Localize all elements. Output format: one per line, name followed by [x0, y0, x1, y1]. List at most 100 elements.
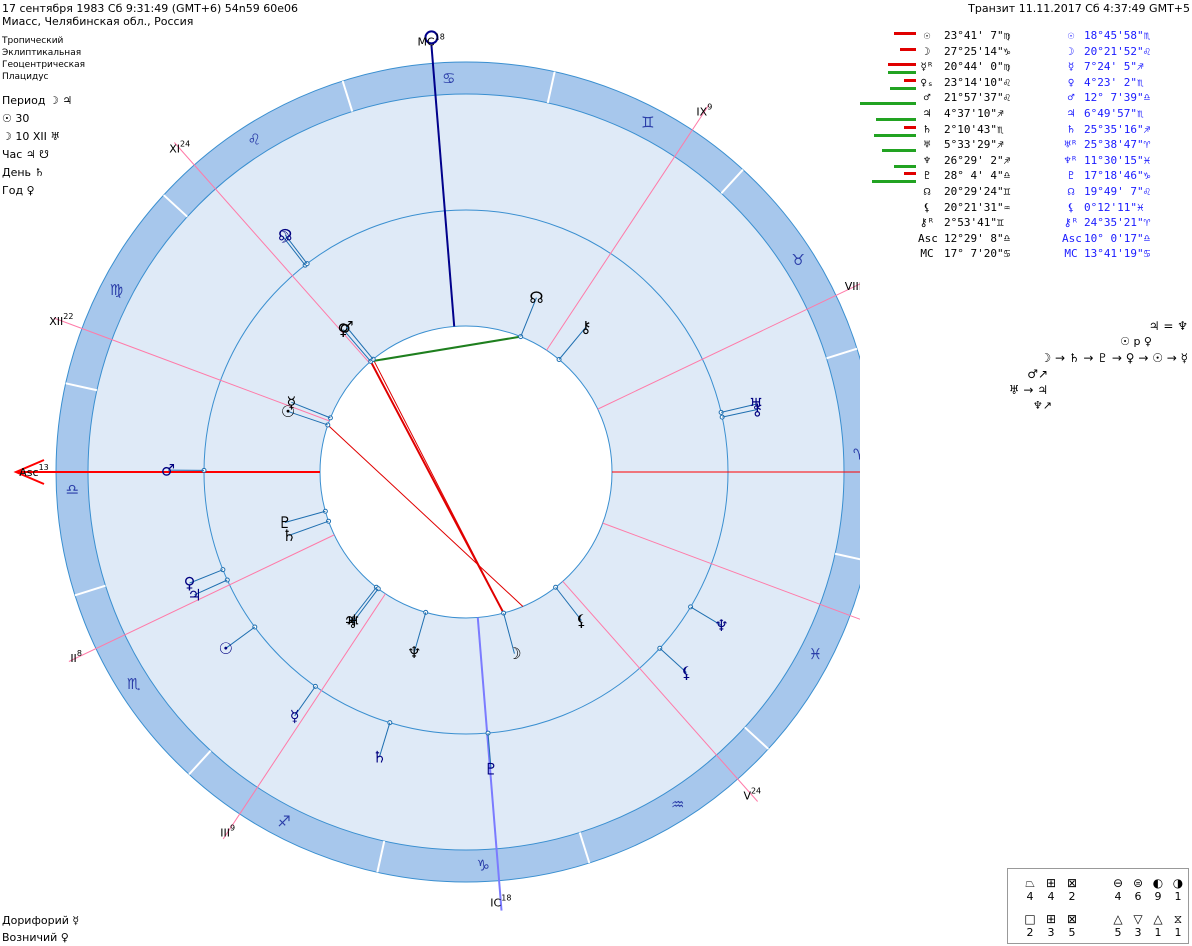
sign-glyph-3: ♋ [442, 69, 455, 87]
aspect-line-6: ♆↗ [1032, 399, 1052, 412]
house-label-degree: 24 [180, 139, 190, 148]
house-label-degree: 18 [435, 32, 445, 41]
natal-value: 26°29' 2"♐ [944, 153, 1011, 167]
strength-bars [856, 92, 916, 106]
transit-symbol: MC [1064, 247, 1078, 261]
aspect-line-5: ♅ → ♃ [1008, 383, 1048, 397]
strength-bars [856, 30, 916, 44]
config-cell: ⊠ 5 [1062, 912, 1082, 940]
strength-bars [856, 46, 916, 60]
natal-value: 4°37'10"♐ [944, 106, 1004, 120]
aspect-summary: ♃ = ♆ ☉ p ♀ ☽ → ♄ → ♇ → ♀ → ☉ → ☿ ♂↗ ♅ →… [1009, 318, 1188, 414]
bar-red [888, 63, 916, 67]
strength-bars [856, 248, 916, 262]
sign-glyph-2: ♊ [641, 113, 654, 131]
natal-symbol: ☉ [923, 29, 931, 42]
strength-bars [856, 77, 916, 91]
house-label-11: XI24 [169, 139, 190, 155]
config-cell: △ 5 [1108, 912, 1128, 940]
natal-planet-10: ☊ [529, 288, 543, 307]
config-cell: ▽ 3 [1128, 912, 1148, 940]
natal-symbol: Asc [918, 231, 938, 245]
table-row: ⚷ᴿ 2°53'41"♊ ⚷ᴿ 24°35'21"♈ [856, 216, 1190, 232]
config-count: 5 [1114, 926, 1122, 939]
table-row: Asc 12°29' 8"♎ Asc 10° 0'17"♎ [856, 232, 1190, 248]
transit-symbol: Asc [1062, 231, 1082, 245]
table-row: ☊ 20°29'24"♊ ☊ 19°49' 7"♌ [856, 185, 1190, 201]
bar-green [882, 149, 916, 153]
bar-green [888, 71, 916, 75]
transit-value: 20°21'52"♌ [1084, 44, 1151, 58]
table-row: ♀ₛ 23°14'10"♌ ♀ 4°23' 2"♏ [856, 76, 1190, 92]
table-row: ♆ 26°29' 2"♐ ♆ᴿ 11°30'15"♓ [856, 154, 1190, 170]
aspect-line-3: ☽ → ♄ → ♇ → ♀ → ☉ → ☿ [1040, 351, 1188, 365]
config-count: 5 [1068, 926, 1076, 939]
transit-planet-5: ♃ [187, 585, 201, 604]
transit-value: 10° 0'17"♎ [1084, 231, 1151, 245]
transit-planet-2: ☿ [290, 706, 300, 725]
natal-planet-2: ☿ [286, 393, 296, 412]
natal-symbol: ☽ [923, 44, 931, 58]
natal-planet-1: ☽ [507, 644, 521, 663]
natal-symbol: MC [920, 247, 934, 261]
natal-planet-9: ♇ [278, 513, 292, 532]
config-glyph: ⊞ [1045, 876, 1057, 890]
house-label-degree: 9 [707, 102, 712, 111]
config-cell: ⏢ 4 [1020, 877, 1040, 904]
config-count: 1 [1174, 890, 1182, 903]
config-count: 4 [1114, 890, 1122, 903]
transit-symbol: ☽ [1067, 44, 1075, 58]
config-glyph: ▽ [1133, 912, 1143, 926]
config-glyph: △ [1113, 912, 1123, 926]
bar-red [900, 47, 916, 51]
config-glyph: ◐ [1152, 876, 1164, 890]
bar-green [872, 180, 916, 184]
natal-value: 20°44' 0"♍ [944, 60, 1011, 74]
transit-value: 6°49'57"♏ [1084, 106, 1144, 120]
natal-planet-12: ⚷ [580, 318, 592, 337]
natal-value: 12°29' 8"♎ [944, 231, 1011, 245]
config-glyph: ⊞ [1045, 912, 1057, 926]
natal-symbol: ♅ [923, 138, 931, 152]
aspect-line-2: ☉ p ♀ [1120, 335, 1152, 348]
config-count: 1 [1174, 926, 1182, 939]
natal-symbol: ♇ [923, 169, 931, 183]
house-label-12: XII22 [49, 311, 73, 327]
natal-symbol: ♆ [923, 153, 931, 167]
transit-symbol: ⚷ᴿ [1063, 216, 1079, 230]
transit-planet-12: ⚷ [752, 400, 764, 419]
config-cell: □ 2 [1020, 913, 1040, 940]
transit-planet-10: ☊ [278, 226, 292, 245]
table-row: ♅ 5°33'29"♐ ♅ᴿ 25°38'47"♈ [856, 138, 1190, 154]
transit-header: Транзит 11.11.2017 Сб 4:37:49 GMT+5 [968, 2, 1190, 15]
config-cell: ⊞ 3 [1041, 912, 1061, 940]
natal-symbol: ♄ [923, 122, 931, 136]
sign-glyph-7: ♏ [127, 675, 141, 693]
natal-value: 2°53'41"♊ [944, 216, 1004, 230]
house-label-10: MC18 [417, 32, 444, 48]
house-label-3: III9 [220, 823, 235, 839]
sign-glyph-8: ♐ [277, 813, 290, 831]
transit-planet-6: ♄ [372, 748, 386, 767]
house-label-degree: 22 [63, 311, 73, 320]
house-label-text: XI [169, 142, 180, 155]
config-cell: ⊜ 6 [1128, 877, 1148, 904]
strength-bars [856, 108, 916, 122]
house-label-degree: 13 [39, 463, 49, 472]
house-label-5: V24 [743, 786, 761, 802]
transit-value: 12° 7'39"♎ [1084, 91, 1151, 105]
aspect-line-1: ♃ = ♆ [1148, 319, 1188, 333]
config-glyph: ⊠ [1066, 876, 1078, 890]
house-label-1: Asc13 [19, 463, 49, 479]
natal-symbol: ☿ᴿ [920, 60, 934, 74]
house-label-degree: 8 [77, 649, 82, 658]
transit-planet-11: ⚸ [681, 663, 693, 682]
config-glyph: ⊠ [1066, 912, 1078, 926]
transit-symbol: ♀ [1067, 75, 1075, 89]
transit-planet-8: ♆ [714, 616, 728, 635]
house-label-text: IX [696, 105, 707, 118]
strength-bars [856, 61, 916, 75]
chart-wheel[interactable]: ♈♉♊♋♌♍♎♏♐♑♒♓Asc13II8III9IC18V24VI22Dsc13… [0, 0, 860, 946]
transit-value: 19°49' 7"♌ [1084, 184, 1151, 198]
transit-symbol: ♂ [1067, 91, 1075, 105]
